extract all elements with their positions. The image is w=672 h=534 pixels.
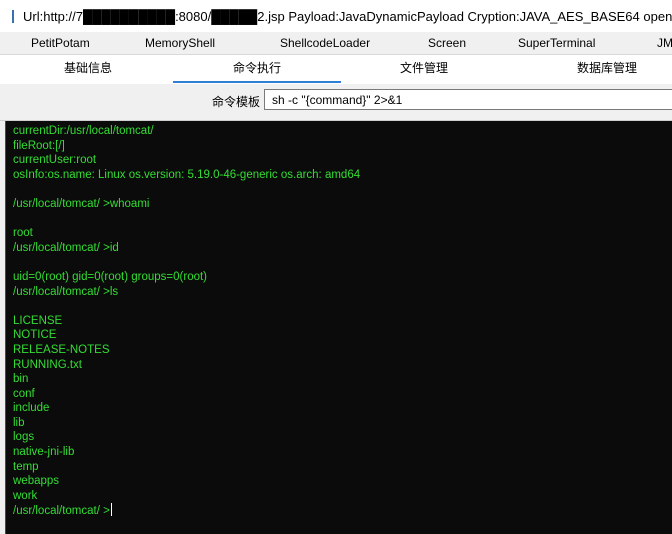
console-line: include: [13, 402, 50, 415]
command-template-label: 命令模板: [212, 95, 261, 109]
console-line: logs: [13, 431, 35, 444]
console-line: uid=0(root) gid=0(root) groups=0(root): [13, 270, 208, 283]
console-line: RELEASE-NOTES: [13, 343, 110, 356]
console-line: webapps: [13, 475, 60, 488]
plugin-tab-bar: PetitPotam MemoryShell ShellcodeLoader S…: [0, 32, 672, 55]
console-line: fileRoot:[/]: [13, 139, 65, 152]
console-line: root: [13, 227, 33, 240]
tab-file-manager[interactable]: 文件管理: [350, 55, 498, 81]
title-bar: Url:http://7██████████:8080/█████2.jsp P…: [0, 0, 672, 32]
console-prompt-line[interactable]: /usr/local/tomcat/ >: [13, 503, 360, 518]
tab-basic-info[interactable]: 基础信息: [14, 55, 162, 81]
console-line: LICENSE: [13, 314, 63, 327]
tab-superterminal[interactable]: SuperTerminal: [518, 32, 595, 54]
console-line: temp: [13, 460, 39, 473]
tab-petitpotam[interactable]: PetitPotam: [31, 32, 90, 54]
command-template-input[interactable]: [264, 89, 672, 110]
command-template-bar: 命令模板: [0, 84, 672, 121]
tab-database-manager[interactable]: 数据库管理: [530, 55, 672, 81]
function-tab-bar: 基础信息 命令执行 文件管理 数据库管理: [0, 55, 672, 83]
tab-shellcodeloader[interactable]: ShellcodeLoader: [280, 32, 370, 54]
console-line: work: [13, 489, 38, 502]
terminal-console[interactable]: currentDir:/usr/local/tomcat/ fileRoot:[…: [5, 121, 672, 534]
console-line: /usr/local/tomcat/ >id: [13, 241, 119, 254]
console-line: /usr/local/tomcat/ >whoami: [13, 197, 150, 210]
console-line: lib: [13, 416, 25, 429]
window-app-icon: [12, 9, 14, 23]
window-title: Url:http://7██████████:8080/█████2.jsp P…: [23, 8, 672, 24]
tab-jm[interactable]: JM: [657, 32, 672, 54]
console-line: RUNNING.txt: [13, 358, 82, 371]
console-line: currentDir:/usr/local/tomcat/: [13, 125, 154, 137]
console-output: currentDir:/usr/local/tomcat/ fileRoot:[…: [13, 124, 360, 518]
console-line: currentUser:root: [13, 154, 97, 167]
console-line: native-jni-lib: [13, 446, 75, 459]
tab-screen[interactable]: Screen: [428, 32, 466, 54]
console-line: osInfo:os.name: Linux os.version: 5.19.0…: [13, 168, 361, 181]
console-line: bin: [13, 373, 29, 386]
console-line: /usr/local/tomcat/ >ls: [13, 285, 119, 298]
console-line: conf: [13, 387, 35, 400]
text-cursor: [110, 503, 112, 517]
tab-memoryshell[interactable]: MemoryShell: [145, 32, 215, 54]
console-prompt: /usr/local/tomcat/ >: [13, 505, 110, 518]
tab-command-exec[interactable]: 命令执行: [173, 55, 341, 83]
console-line: NOTICE: [13, 329, 57, 342]
